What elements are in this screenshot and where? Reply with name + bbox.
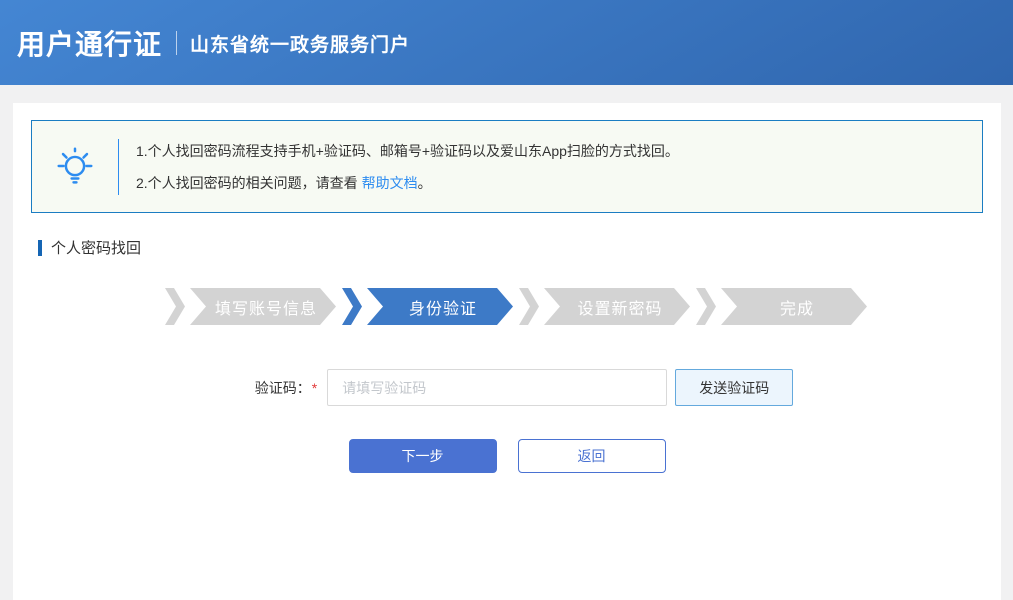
notice-line-2: 2.个人找回密码的相关问题，请查看 帮助文档。 (136, 167, 679, 199)
step-label: 身份验证 (367, 288, 513, 325)
captcha-input[interactable] (327, 369, 667, 406)
page-title: 个人密码找回 (51, 237, 141, 258)
portal-subtitle: 山东省统一政务服务门户 (190, 28, 410, 57)
send-code-button[interactable]: 发送验证码 (675, 369, 793, 406)
notice-box: 1.个人找回密码流程支持手机+验证码、邮箱号+验证码以及爱山东App扫脸的方式找… (31, 120, 983, 213)
step-set-new-password: 设置新密码 (519, 288, 696, 325)
captcha-label: 验证码：* (255, 378, 317, 398)
help-doc-link[interactable]: 帮助文档 (362, 175, 418, 191)
chevron-icon (696, 288, 716, 325)
back-button[interactable]: 返回 (518, 439, 666, 473)
captcha-form-row: 验证码：* 发送验证码 (31, 369, 983, 406)
content-card: 1.个人找回密码流程支持手机+验证码、邮箱号+验证码以及爱山东App扫脸的方式找… (13, 103, 1001, 600)
step-identity-verification: 身份验证 (342, 288, 519, 325)
next-button[interactable]: 下一步 (349, 439, 497, 473)
step-label: 设置新密码 (544, 288, 690, 325)
chevron-icon (342, 288, 362, 325)
steps-breadcrumb: 填写账号信息 身份验证 设置新密码 完成 (31, 288, 983, 325)
lightbulb-icon (32, 144, 118, 190)
step-fill-account-info: 填写账号信息 (165, 288, 342, 325)
step-complete: 完成 (696, 288, 873, 325)
chevron-icon (165, 288, 185, 325)
app-title: 用户通行证 (17, 23, 162, 63)
step-label: 填写账号信息 (190, 288, 336, 325)
header-divider (176, 31, 177, 55)
chevron-icon (519, 288, 539, 325)
notice-line-1: 1.个人找回密码流程支持手机+验证码、邮箱号+验证码以及爱山东App扫脸的方式找… (136, 135, 679, 167)
step-label: 完成 (721, 288, 867, 325)
notice-text: 1.个人找回密码流程支持手机+验证码、邮箱号+验证码以及爱山东App扫脸的方式找… (119, 135, 679, 199)
required-mark: * (312, 380, 317, 396)
section-title-bar (38, 240, 42, 256)
action-buttons: 下一步 返回 (31, 439, 983, 473)
section-header: 个人密码找回 (31, 237, 983, 258)
header: 用户通行证 山东省统一政务服务门户 (0, 0, 1013, 85)
